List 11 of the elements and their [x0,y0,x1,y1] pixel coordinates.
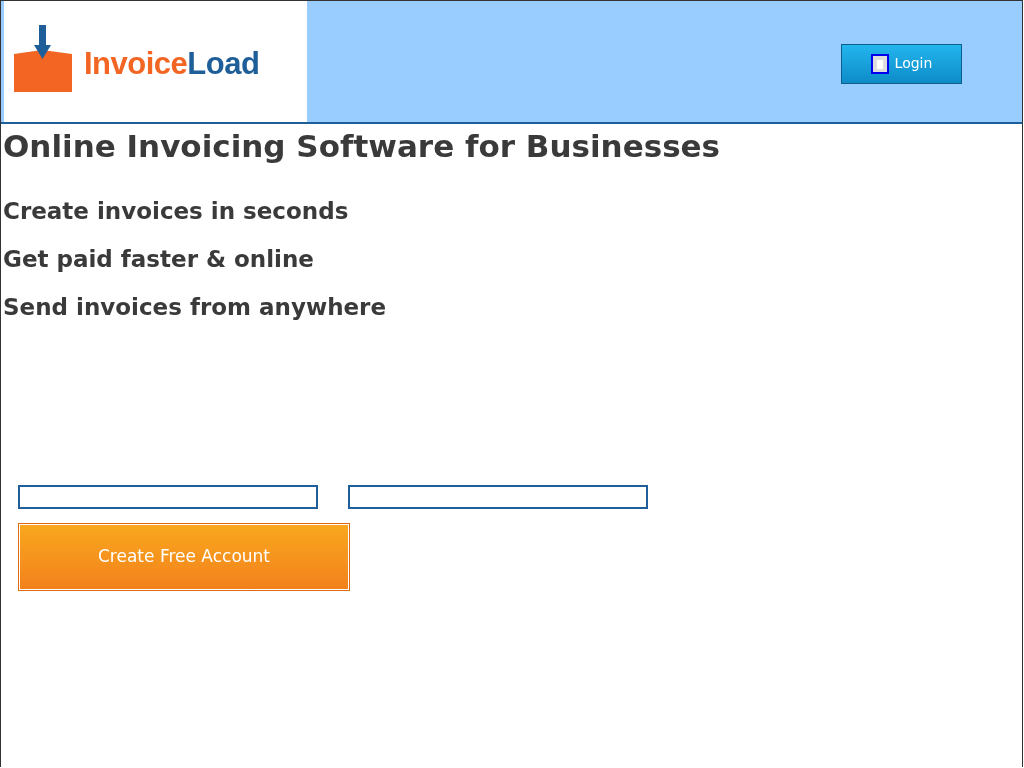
logo-text: InvoiceLoad [84,48,260,79]
box-arrow-icon [14,24,74,93]
feature-line: Send invoices from anywhere [3,292,388,322]
create-account-button[interactable]: Create Free Account [18,522,350,591]
login-button[interactable]: Login [841,43,962,84]
feature-line: Create invoices in seconds [3,196,350,226]
page-headline: Online Invoicing Software for Businesses [3,127,722,166]
input-field[interactable] [18,484,318,509]
feature-line: Get paid faster & online [3,244,315,274]
input-field[interactable] [348,484,648,509]
lock-icon [870,53,889,74]
